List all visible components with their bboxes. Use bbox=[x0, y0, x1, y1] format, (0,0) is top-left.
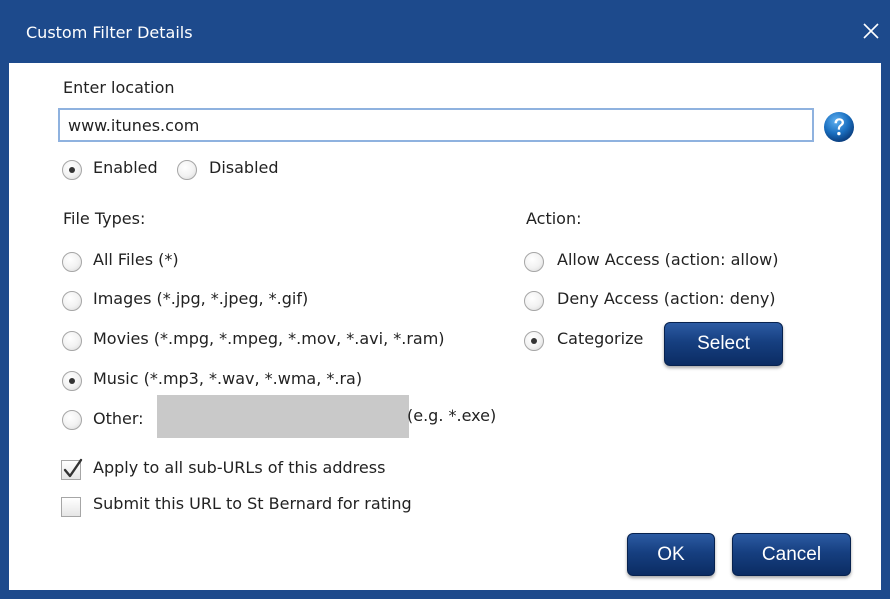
disabled-label: Disabled bbox=[209, 158, 279, 177]
dialog-title: Custom Filter Details bbox=[26, 23, 193, 42]
action-heading: Action: bbox=[526, 209, 582, 228]
checkmark-icon bbox=[63, 458, 83, 478]
enabled-radio[interactable] bbox=[62, 160, 82, 180]
custom-filter-dialog: Custom Filter Details Enter location www… bbox=[0, 0, 890, 599]
action-radio-categorize[interactable] bbox=[524, 331, 544, 351]
submit-rating-checkbox[interactable] bbox=[61, 497, 81, 517]
action-radio-deny[interactable] bbox=[524, 291, 544, 311]
apply-sub-urls-checkbox[interactable] bbox=[61, 458, 83, 480]
cancel-button-label: Cancel bbox=[761, 544, 822, 565]
action-label-categorize: Categorize bbox=[557, 329, 644, 348]
close-button[interactable] bbox=[854, 14, 881, 48]
other-file-type-hint: (e.g. *.exe) bbox=[407, 406, 497, 425]
file-type-label-other: Other: bbox=[93, 409, 144, 428]
help-button[interactable] bbox=[823, 111, 855, 143]
title-bar: Custom Filter Details bbox=[9, 0, 881, 63]
file-type-label-music: Music (*.mp3, *.wav, *.wma, *.ra) bbox=[93, 369, 363, 388]
file-type-radio-music[interactable] bbox=[62, 371, 82, 391]
file-type-radio-movies[interactable] bbox=[62, 331, 82, 351]
ok-button[interactable]: OK bbox=[627, 533, 715, 576]
file-type-label-movies: Movies (*.mpg, *.mpeg, *.mov, *.avi, *.r… bbox=[93, 329, 445, 348]
apply-sub-urls-label: Apply to all sub-URLs of this address bbox=[93, 458, 386, 477]
disabled-radio[interactable] bbox=[177, 160, 197, 180]
select-button[interactable]: Select bbox=[664, 322, 783, 366]
file-type-radio-all[interactable] bbox=[62, 252, 82, 272]
help-icon bbox=[824, 112, 854, 142]
action-label-allow: Allow Access (action: allow) bbox=[557, 250, 779, 269]
file-type-radio-images[interactable] bbox=[62, 291, 82, 311]
cancel-button[interactable]: Cancel bbox=[732, 533, 851, 576]
file-type-label-images: Images (*.jpg, *.jpeg, *.gif) bbox=[93, 289, 309, 308]
location-label: Enter location bbox=[63, 78, 175, 97]
close-icon bbox=[863, 23, 879, 39]
submit-rating-label: Submit this URL to St Bernard for rating bbox=[93, 494, 412, 513]
location-input[interactable] bbox=[58, 108, 814, 142]
ok-button-label: OK bbox=[657, 544, 685, 565]
file-type-label-all: All Files (*) bbox=[93, 250, 179, 269]
select-button-label: Select bbox=[697, 333, 750, 354]
enabled-label: Enabled bbox=[93, 158, 158, 177]
other-file-type-input[interactable] bbox=[157, 395, 409, 438]
file-types-heading: File Types: bbox=[63, 209, 146, 228]
action-label-deny: Deny Access (action: deny) bbox=[557, 289, 776, 308]
file-type-radio-other[interactable] bbox=[62, 410, 82, 430]
action-radio-allow[interactable] bbox=[524, 252, 544, 272]
